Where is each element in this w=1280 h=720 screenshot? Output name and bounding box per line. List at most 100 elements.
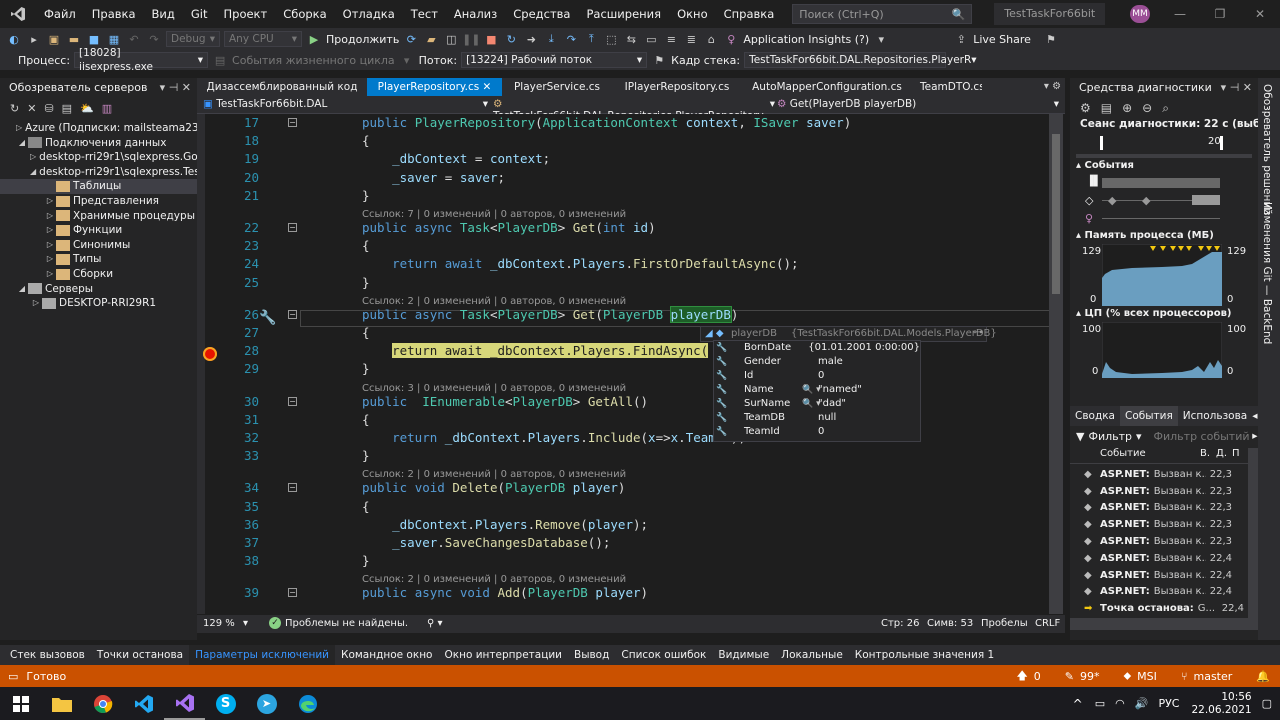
notifications-icon[interactable]: 🔔 xyxy=(1256,670,1270,683)
bookmark-icon[interactable]: ▭ xyxy=(643,31,659,47)
pin-icon[interactable]: ⊶ xyxy=(973,327,983,338)
diagnostic-tab[interactable]: События xyxy=(1119,406,1178,426)
bottom-tool-tab[interactable]: Локальные xyxy=(775,645,849,665)
hex-icon[interactable]: ⬚ xyxy=(603,31,619,47)
tree-item[interactable]: ▷ DESKTOP-RRI29R1 xyxy=(0,296,197,311)
member-nav-dropdown[interactable]: ⚙ Get(PlayerDB playerDB) ▾ xyxy=(777,98,1059,110)
undo-icon[interactable]: ↶ xyxy=(126,31,142,47)
bottom-tool-tab[interactable]: Окно интерпретации xyxy=(439,645,569,665)
editor-tab[interactable]: Дизассемблированный код xyxy=(197,78,367,96)
editor-tab[interactable]: TeamDTO.cs xyxy=(912,78,982,96)
restart-debug-icon[interactable]: ↻ xyxy=(503,31,519,47)
code-line[interactable]: _dbContext = context; xyxy=(362,151,550,166)
expand-arrow-icon[interactable]: ▷ xyxy=(16,121,22,136)
events-hscrollbar[interactable] xyxy=(1070,618,1258,630)
repo-icon[interactable]: ⬥ xyxy=(1123,669,1131,683)
bottom-tool-tab[interactable]: Параметры исключений xyxy=(189,645,335,665)
code-line[interactable]: return _dbContext.Players.Include(x=>x.T… xyxy=(362,430,746,445)
comment-icon[interactable]: ≡ xyxy=(663,31,679,47)
datatip-field-row[interactable]: 🔧 Name 🔍 ▾ "named" xyxy=(714,383,920,397)
changes-count[interactable]: 99* xyxy=(1080,670,1100,683)
stack-frame-select[interactable]: TestTaskFor66bit.DAL.Repositories.Player… xyxy=(744,52,977,68)
pencil-icon[interactable]: ✎ xyxy=(1065,670,1074,683)
close-icon[interactable]: ✕ xyxy=(1240,0,1280,28)
code-line[interactable]: return await _dbContext.Players.FindAsyn… xyxy=(362,343,709,359)
collapse-icon[interactable]: − xyxy=(288,483,297,493)
show-next-statement-icon[interactable]: ➜ xyxy=(523,31,539,47)
code-line[interactable]: } xyxy=(362,448,370,463)
cpu-graph[interactable]: 100 0 100 0 xyxy=(1070,322,1258,380)
code-lens[interactable]: Ссылок: 2 | 0 изменений | 0 авторов, 0 и… xyxy=(362,469,626,480)
live-share-icon[interactable]: ⇪ xyxy=(953,31,969,47)
field-value[interactable]: 0 xyxy=(818,425,824,439)
network-icon[interactable]: ▭ xyxy=(1095,697,1105,710)
code-lens[interactable]: Ссылок: 3 | 0 изменений | 0 авторов, 0 и… xyxy=(362,383,626,394)
event-row[interactable]: ◆ ASP.NET: Вызван к... 22,3 xyxy=(1070,500,1248,517)
event-row[interactable]: ◆ ASP.NET: Вызван к... 22,3 xyxy=(1070,466,1248,483)
tree-item[interactable]: ▷ Синонимы xyxy=(0,238,197,253)
tree-item[interactable]: ▷ Сборки xyxy=(0,267,197,282)
datatip-field-row[interactable]: 🔧 Gender male xyxy=(714,355,920,369)
datatip-field-row[interactable]: 🔧 BornDate {01.01.2001 0:00:00} xyxy=(714,341,920,355)
minimize-icon[interactable]: — xyxy=(1160,0,1200,28)
stop-icon[interactable]: ■ xyxy=(483,31,499,47)
event-row[interactable]: ➡ Точка останова: G... 22,4 xyxy=(1070,600,1248,617)
code-line[interactable]: public void Delete(PlayerDB player) xyxy=(362,480,625,495)
dropdown-icon[interactable]: ▾ xyxy=(243,618,248,629)
code-line[interactable]: public async Task<PlayerDB> Get(int id) xyxy=(362,220,656,235)
code-line[interactable]: } xyxy=(362,188,370,203)
expand-icon[interactable]: ◢ ◆ xyxy=(705,328,724,339)
azure-icon[interactable]: ⛅ xyxy=(80,102,94,115)
code-line[interactable]: } xyxy=(362,553,370,568)
expand-arrow-icon[interactable]: ▷ xyxy=(44,238,56,253)
break-all-icon[interactable]: ❚❚ xyxy=(462,31,480,47)
menu-item[interactable]: Тест xyxy=(403,0,446,28)
menu-item[interactable]: Анализ xyxy=(446,0,505,28)
line-number[interactable]: Стр: 26 xyxy=(881,618,919,629)
close-tab-icon[interactable]: ✕ xyxy=(479,81,492,93)
telegram-icon[interactable]: ➤ xyxy=(246,687,287,720)
push-count[interactable]: 0 xyxy=(1034,670,1041,683)
new-project-icon[interactable]: ▣ xyxy=(46,31,62,47)
lifecycle-events-button[interactable]: События жизненного цикла xyxy=(232,54,395,67)
thread-select[interactable]: [13224] Рабочий поток ▾ xyxy=(461,52,648,68)
step-out-icon[interactable]: ⤒ xyxy=(583,31,599,47)
search-input[interactable]: Поиск (Ctrl+Q) 🔍 xyxy=(792,4,973,24)
browser-icon[interactable]: ▰ xyxy=(423,31,439,47)
thread-flag-icon[interactable]: ⚑ xyxy=(651,52,667,68)
event-row[interactable]: ◆ ASP.NET: Вызван к... 22,3 xyxy=(1070,483,1248,500)
menu-item[interactable]: Окно xyxy=(669,0,716,28)
bottom-tool-tab[interactable]: Вывод xyxy=(568,645,615,665)
code-line[interactable]: } xyxy=(362,361,370,376)
code-line[interactable]: return await _dbContext.Players.FirstOrD… xyxy=(362,256,798,271)
field-value[interactable]: male xyxy=(818,355,843,369)
indent-mode[interactable]: Пробелы xyxy=(981,618,1028,629)
push-icon[interactable]: 🡅 xyxy=(1016,667,1027,686)
bottom-tool-tab[interactable]: Видимые xyxy=(712,645,775,665)
hot-reload-icon[interactable]: ◫ xyxy=(443,31,459,47)
filter-events-input[interactable]: Фильтр событий xyxy=(1154,430,1250,443)
column-header-v[interactable]: В. xyxy=(1200,448,1216,463)
lifecycle-icon[interactable]: ▤ xyxy=(212,52,228,68)
code-editor[interactable]: 🔧 17 public PlayerRepository(ApplicationC… xyxy=(197,114,1065,614)
tree-item[interactable]: ▷ desktop-rri29r1\sqlexpress.Go xyxy=(0,150,197,165)
event-row[interactable]: ◆ ASP.NET: Вызван к... 22,4 xyxy=(1070,584,1248,601)
continue-icon[interactable]: ▶ xyxy=(306,31,322,47)
zoom-in-icon[interactable]: ⊕ xyxy=(1122,101,1132,115)
editor-tab[interactable]: AutoMapperConfiguration.cs xyxy=(742,78,912,96)
event-marker[interactable]: ◆ xyxy=(1142,194,1150,207)
column-number[interactable]: Симв: 53 xyxy=(927,618,973,629)
menu-item[interactable]: Git xyxy=(183,0,216,28)
diagnostic-tab[interactable]: Использова xyxy=(1178,406,1252,426)
field-value[interactable]: 0 xyxy=(818,369,824,383)
memory-graph[interactable]: 129 0 129 0 xyxy=(1070,244,1258,308)
input-language[interactable]: РУС xyxy=(1158,697,1179,710)
problems-status[interactable]: Проблемы не найдены. xyxy=(285,618,408,629)
expand-arrow-icon[interactable]: ◢ xyxy=(16,282,28,297)
panel-options-icon[interactable]: ▾ ⊣ ✕ xyxy=(160,78,191,98)
datatip-field-row[interactable]: 🔧 TeamId 0 xyxy=(714,425,920,439)
event-row[interactable]: ◆ ASP.NET: Вызван к... 22,3 xyxy=(1070,516,1248,533)
editor-scrollbar[interactable] xyxy=(1049,114,1063,614)
uncomment-icon[interactable]: ≣ xyxy=(683,31,699,47)
dropdown-icon[interactable]: ▾ xyxy=(873,31,889,47)
